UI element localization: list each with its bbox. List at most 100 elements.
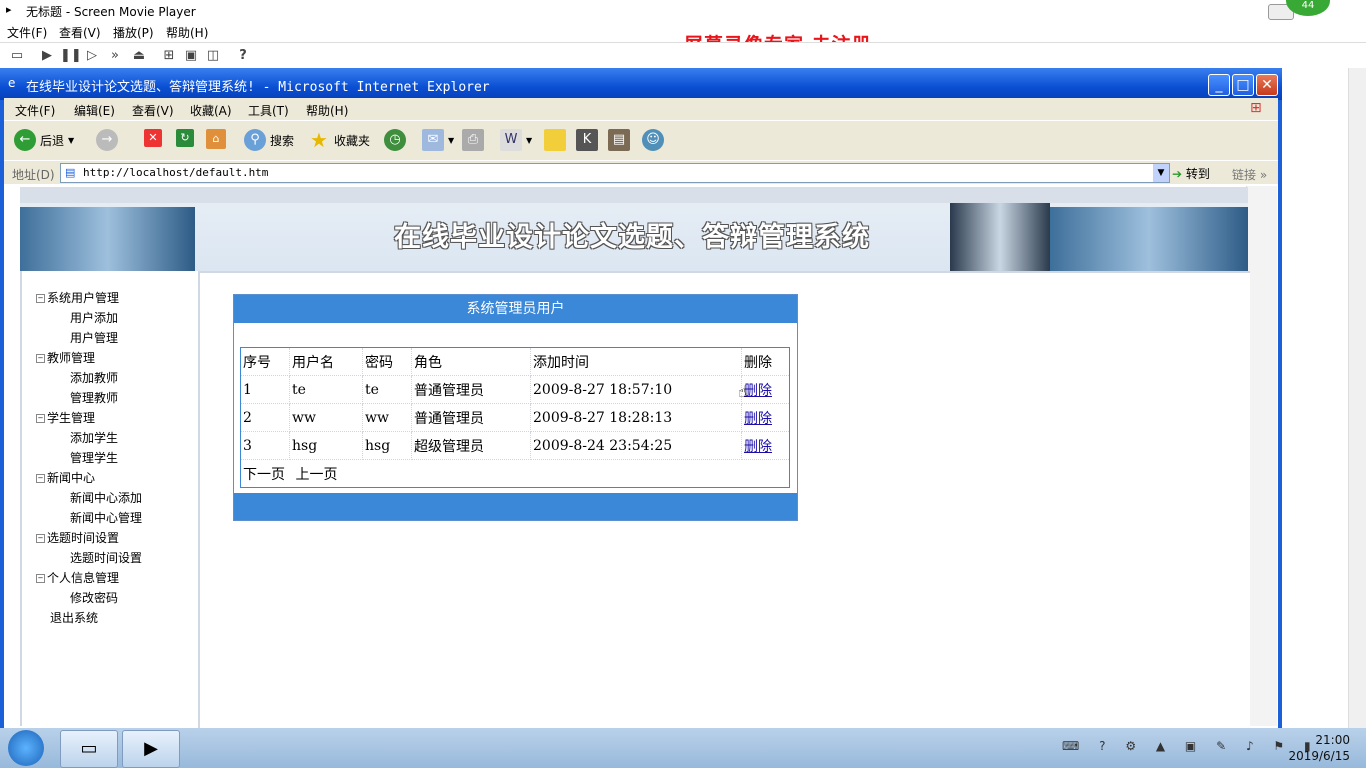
ie-menu-help[interactable]: 帮助(H) [306,102,348,119]
sidebar-group-teachers[interactable]: − 教师管理 [36,349,95,366]
back-dropdown-icon[interactable]: ▼ [68,136,74,145]
collapse-icon[interactable]: − [36,414,45,423]
sidebar-item-manage-users[interactable]: 用户管理 [70,329,118,346]
eject-icon[interactable]: ⏏ [130,47,148,65]
print-icon: ⎙ [462,129,484,151]
links-button[interactable]: 链接 » [1232,166,1267,183]
cell-password: ww [362,403,412,432]
sidebar-group-news[interactable]: − 新闻中心 [36,469,95,486]
research-button[interactable]: ▤ [608,129,630,151]
sidebar-item-add-teacher[interactable]: 添加教师 [70,369,118,386]
mail-dropdown-icon[interactable]: ▼ [448,136,454,145]
ie-close-button[interactable]: ✕ [1256,74,1278,96]
messenger-button[interactable]: ☺ [642,129,664,151]
ie-maximize-button[interactable]: □ [1232,74,1254,96]
sidebar-item-add-student[interactable]: 添加学生 [70,429,118,446]
sidebar-group-students[interactable]: − 学生管理 [36,409,95,426]
address-input[interactable]: ▤ http://localhost/default.htm ▼ [60,163,1170,183]
collapse-icon[interactable]: − [36,474,45,483]
edit-dropdown-icon[interactable]: ▼ [526,136,532,145]
ie-menubar: 文件(F) 编辑(E) 查看(V) 收藏(A) 工具(T) 帮助(H) ⊞ [4,98,1278,120]
player-menu-play[interactable]: 播放(P) [113,24,154,41]
delete-link[interactable]: 删除 [744,411,772,427]
search-button[interactable]: ⚲ 搜索 [244,129,294,151]
sidebar-group-users[interactable]: − 系统用户管理 [36,289,119,306]
cell-password: hsg [362,431,412,460]
collapse-icon[interactable]: − [36,534,45,543]
collapse-icon[interactable]: − [36,574,45,583]
player-app-icon: ▸ [6,3,12,16]
sidebar-nav: − 系统用户管理 用户添加 用户管理 − 教师管理 添加教师 管理教师 − 学生管理 … [20,271,200,726]
ie-title: 在线毕业设计论文选题、答辩管理系统! - Microsoft Internet … [26,80,490,95]
player-scrollbar[interactable] [1348,68,1366,728]
open-folder-icon[interactable]: ▭ [8,47,26,65]
taskbar-explorer-button[interactable]: ▭ [60,730,118,768]
fast-forward-icon[interactable]: » [106,47,124,65]
collapse-icon[interactable]: − [36,294,45,303]
start-button[interactable] [8,730,44,766]
card-title: 系统管理员用户 [234,295,797,323]
ie-minimize-button[interactable]: _ [1208,74,1230,96]
play-icon[interactable]: ▶ [38,47,56,65]
window-icon[interactable]: ◫ [204,47,222,65]
sidebar-item-manage-students[interactable]: 管理学生 [70,449,118,466]
ie-titlebar: e 在线毕业设计论文选题、答辩管理系统! - Microsoft Interne… [0,68,1282,100]
sidebar-item-manage-teachers[interactable]: 管理教师 [70,389,118,406]
film-icon: ▶ [144,738,158,759]
sidebar-item-manage-news[interactable]: 新闻中心管理 [70,509,142,526]
next-page-link[interactable]: 下一页 [243,467,285,483]
page-scrollbar[interactable] [1246,186,1277,726]
favorites-button[interactable]: ★ 收藏夹 [308,129,370,151]
player-menu-file[interactable]: 文件(F) [7,24,47,41]
ie-menu-view[interactable]: 查看(V) [132,102,174,119]
mail-button[interactable]: ✉ ▼ [422,129,454,151]
player-menu-view[interactable]: 查看(V) [59,24,101,41]
header-role: 角色 [411,347,531,376]
forward-button[interactable]: → [96,129,118,151]
search-icon: ⚲ [244,129,266,151]
delete-link[interactable]: 删除 [744,383,772,399]
ie-toolbar: ← 后退 ▼ → ✕ ↻ ⌂ ⚲ 搜索 ★ 收藏夹 ◷ ✉ ▼ ⎙ W ▼ K … [4,120,1278,161]
sidebar-item-change-password[interactable]: 修改密码 [70,589,118,606]
tray-clock[interactable]: 21:00 2019/6/15 [1280,732,1350,764]
player-menu-help[interactable]: 帮助(H) [166,24,208,41]
cell-username: te [289,375,363,404]
refresh-button[interactable]: ↻ [176,129,194,147]
home-button[interactable]: ⌂ [206,129,226,149]
delete-link[interactable]: 删除 [744,439,772,455]
print-button[interactable]: ⎙ [462,129,484,151]
ie-menu-file[interactable]: 文件(F) [15,102,55,119]
zoom-icon[interactable]: ⊞ [160,47,178,65]
back-button[interactable]: ← 后退 ▼ [14,129,74,151]
go-button[interactable]: ➔ 转到 [1172,165,1210,182]
sidebar-group-profile[interactable]: − 个人信息管理 [36,569,119,586]
prev-page-link[interactable]: 上一页 [295,467,337,483]
sidebar-item-topic-time-settings[interactable]: 选题时间设置 [70,549,142,566]
header-password: 密码 [362,347,412,376]
cell-added-time: 2009-8-27 18:28:13 [530,403,742,432]
pause-icon[interactable]: ❚❚ [60,47,82,65]
cell-role: 超级管理员 [411,431,531,460]
stop-button[interactable]: ✕ [144,129,162,147]
history-button[interactable]: ◷ [384,129,406,151]
fit-window-icon[interactable]: ▣ [182,47,200,65]
cell-delete: 删除 [741,431,790,460]
address-dropdown-icon[interactable]: ▼ [1153,164,1169,182]
ie-menu-edit[interactable]: 编辑(E) [74,102,115,119]
help-icon[interactable]: ? [234,47,252,65]
edit-button[interactable]: W ▼ [500,129,532,151]
clock-date: 2019/6/15 [1288,749,1350,763]
ie-menu-favorites[interactable]: 收藏(A) [190,102,232,119]
taskbar-player-button[interactable]: ▶ [122,730,180,768]
discuss-button[interactable] [544,129,566,151]
ie-menu-tools[interactable]: 工具(T) [248,102,289,119]
cell-username: hsg [289,431,363,460]
step-forward-icon[interactable]: ▷ [83,47,101,65]
toolbar-k-button[interactable]: K [576,129,598,151]
sidebar-item-add-news[interactable]: 新闻中心添加 [70,489,142,506]
sidebar-item-logout[interactable]: 退出系统 [50,609,98,626]
collapse-icon[interactable]: − [36,354,45,363]
sidebar-item-add-user[interactable]: 用户添加 [70,309,118,326]
sidebar-group-topic-time[interactable]: − 选题时间设置 [36,529,119,546]
mail-icon: ✉ [422,129,444,151]
